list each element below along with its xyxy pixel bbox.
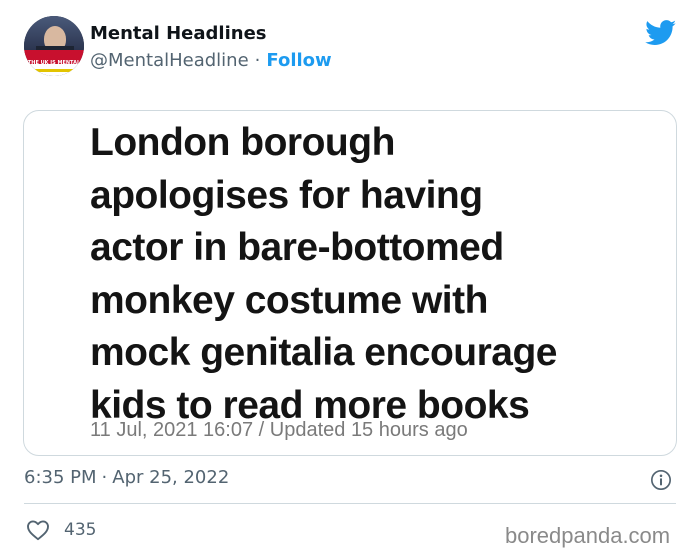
follow-button[interactable]: Follow (266, 50, 331, 71)
tweet-timestamp[interactable]: 6:35 PM · Apr 25, 2022 (24, 466, 229, 490)
separator-dot: · (101, 467, 108, 488)
tweet-date: Apr 25, 2022 (112, 467, 230, 488)
headline-line: actor in bare-bottomed (90, 226, 504, 269)
headline-line: mock genitalia encourage (90, 331, 558, 374)
handle-row: @MentalHeadline · Follow (90, 49, 332, 73)
divider (24, 503, 676, 504)
article-dateline: 11 Jul, 2021 16:07 / Updated 15 hours ag… (90, 419, 468, 441)
article-image[interactable]: London borough apologises for having act… (23, 110, 677, 456)
tweet-time: 6:35 PM (24, 467, 97, 488)
article-headline: London borough apologises for having act… (90, 117, 676, 432)
avatar-banner-text: THE UK IS MENTAL (27, 60, 81, 66)
avatar-ticker-strip (28, 69, 80, 72)
info-icon[interactable] (650, 469, 672, 491)
author-handle[interactable]: @MentalHeadline (90, 50, 249, 71)
headline-line: monkey costume with (90, 278, 488, 322)
avatar[interactable]: THE UK IS MENTAL (24, 16, 84, 76)
watermark: boredpanda.com (505, 523, 671, 548)
separator-dot: · (254, 50, 261, 71)
headline-line: apologises for having (90, 173, 483, 217)
headline-line: London borough (90, 121, 395, 164)
heart-icon[interactable] (26, 519, 50, 541)
like-count[interactable]: 435 (64, 519, 96, 541)
author-name[interactable]: Mental Headlines (90, 22, 267, 46)
twitter-bird-icon[interactable] (645, 20, 677, 46)
tweet-embed: THE UK IS MENTAL Mental Headlines @Menta… (0, 0, 700, 558)
